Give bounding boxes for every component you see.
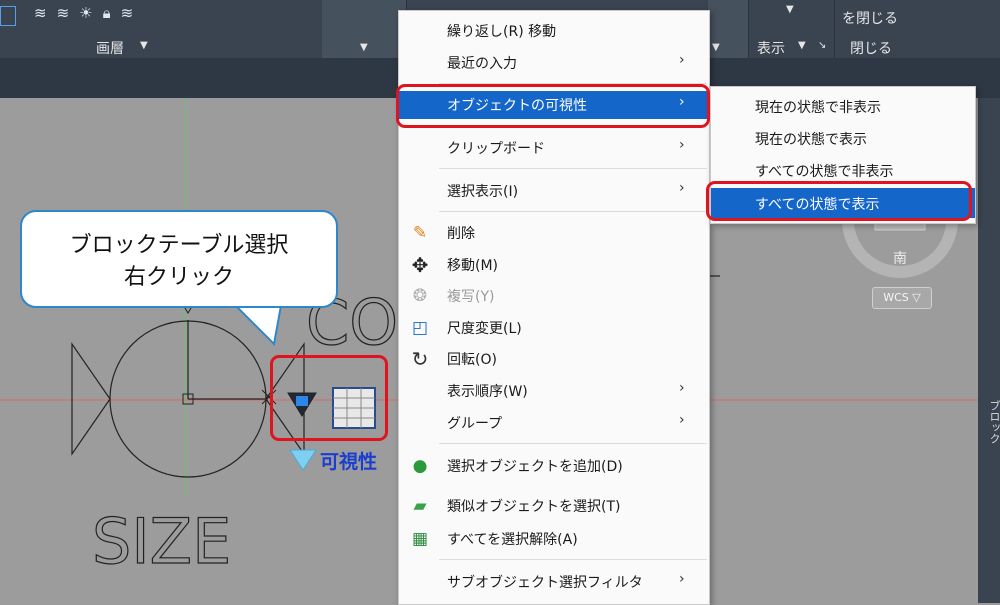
chevron-right-icon: › bbox=[679, 571, 685, 587]
wcs-menu[interactable]: WCS ▽ bbox=[872, 287, 932, 309]
rotate-icon: ↻ bbox=[411, 347, 429, 371]
menu-separator bbox=[439, 125, 707, 126]
menu-item-recent-input[interactable]: 最近の入力 › bbox=[399, 49, 709, 77]
menu-item-label: 最近の入力 bbox=[447, 56, 517, 72]
submenu-item-hide-all[interactable]: すべての状態で非表示 bbox=[711, 155, 975, 185]
chevron-right-icon: › bbox=[679, 52, 685, 68]
menu-item-erase[interactable]: ✎ 削除 bbox=[399, 219, 709, 247]
menu-item-label: 尺度変更(L) bbox=[447, 321, 522, 337]
chevron-right-icon: › bbox=[679, 94, 685, 110]
callout-line1: ブロックテーブル選択 bbox=[69, 233, 289, 258]
chevron-down-icon[interactable]: ▼ bbox=[360, 42, 368, 53]
menu-separator bbox=[439, 443, 707, 444]
menu-item-label: 削除 bbox=[447, 226, 475, 242]
menu-item-label: 回転(O) bbox=[447, 352, 497, 368]
menu-item-label: 繰り返し(R) 移動 bbox=[447, 24, 557, 40]
menu-separator bbox=[439, 168, 707, 169]
submenu-item-hide-current[interactable]: 現在の状態で非表示 bbox=[711, 91, 975, 121]
add-selected-icon: ● bbox=[412, 456, 428, 476]
menu-item-label: オブジェクトの可視性 bbox=[447, 98, 587, 114]
menu-item-clipboard[interactable]: クリップボード › bbox=[399, 134, 709, 162]
chevron-right-icon: › bbox=[679, 180, 685, 196]
copy-icon: ❂ bbox=[412, 286, 428, 306]
menu-separator bbox=[439, 83, 707, 84]
menu-item-label: 類似オブジェクトを選択(T) bbox=[447, 499, 621, 515]
submenu-item-label: すべての状態で表示 bbox=[755, 197, 880, 213]
menu-item-subobject-filter[interactable]: サブオブジェクト選択フィルタ › bbox=[399, 568, 709, 596]
menu-item-label: 選択オブジェクトを追加(D) bbox=[447, 459, 623, 475]
chevron-right-icon: › bbox=[679, 380, 685, 396]
menu-item-label: 表示順序(W) bbox=[447, 384, 528, 400]
visibility-submenu: 現在の状態で非表示 現在の状態で表示 すべての状態で非表示 すべての状態で表示 bbox=[710, 86, 976, 224]
menu-item-label: すべてを選択解除(A) bbox=[447, 532, 578, 548]
menu-item-object-visibility[interactable]: オブジェクトの可視性 › bbox=[399, 91, 709, 119]
menu-item-label: 複写(Y) bbox=[447, 289, 495, 305]
submenu-item-show-current[interactable]: 現在の状態で表示 bbox=[711, 123, 975, 153]
menu-item-repeat-move[interactable]: 繰り返し(R) 移動 bbox=[399, 17, 709, 45]
menu-item-scale[interactable]: ◰ 尺度変更(L) bbox=[399, 314, 709, 342]
deselect-all-icon: ▦ bbox=[411, 529, 429, 549]
close-editor-label[interactable]: を閉じる bbox=[842, 8, 898, 28]
menu-item-rotate[interactable]: ↻ 回転(O) bbox=[399, 345, 709, 373]
callout-line2: 右クリック bbox=[123, 265, 234, 290]
close-panel-label[interactable]: 閉じる bbox=[850, 38, 892, 58]
callout-bubble: ブロックテーブル選択 右クリック bbox=[20, 210, 338, 308]
chevron-right-icon: › bbox=[679, 412, 685, 428]
eraser-icon: ✎ bbox=[412, 223, 428, 243]
menu-item-select-similar[interactable]: ▰ 類似オブジェクトを選択(T) bbox=[399, 492, 709, 520]
layer-freeze-icon[interactable]: ☀ bbox=[79, 4, 102, 22]
menu-item-label: グループ bbox=[447, 416, 503, 432]
menu-item-label: 選択表示(I) bbox=[447, 184, 519, 200]
context-menu: 繰り返し(R) 移動 最近の入力 › オブジェクトの可視性 › クリップボード › 選… bbox=[398, 10, 710, 605]
menu-item-label: 移動(M) bbox=[447, 258, 499, 274]
visibility-label: 可視性 bbox=[320, 451, 378, 473]
chevron-right-icon: › bbox=[679, 137, 685, 153]
right-palette-label: ブロック bbox=[988, 400, 1000, 444]
right-palette-bar[interactable] bbox=[978, 98, 1000, 603]
scale-icon: ◰ bbox=[411, 318, 429, 338]
chevron-down-icon[interactable]: ▼ bbox=[798, 40, 806, 51]
block-left-triangle bbox=[71, 342, 111, 456]
menu-item-group[interactable]: グループ › bbox=[399, 409, 709, 437]
menu-item-isolate[interactable]: 選択表示(I) › bbox=[399, 177, 709, 205]
select-similar-icon: ▰ bbox=[413, 496, 427, 516]
layer-panel-label[interactable]: 画層 bbox=[96, 38, 124, 58]
view-label[interactable]: 表示 bbox=[757, 38, 785, 58]
layer-icon[interactable]: ≋ bbox=[34, 4, 57, 22]
submenu-item-label: すべての状態で非表示 bbox=[755, 164, 894, 180]
layer-lock-icon[interactable]: 🔒︎ bbox=[103, 4, 121, 22]
ribbon-left-accent bbox=[0, 6, 16, 26]
size-text: SIZE bbox=[92, 505, 231, 578]
menu-separator bbox=[439, 559, 707, 560]
submenu-item-show-all[interactable]: すべての状態で表示 bbox=[711, 188, 975, 218]
submenu-item-label: 現在の状態で表示 bbox=[755, 132, 867, 148]
dialog-launcher-icon[interactable]: ↘ bbox=[818, 40, 826, 51]
submenu-item-label: 現在の状態で非表示 bbox=[755, 100, 881, 116]
layer-toolbar-icons: ≋≋☀🔒︎≋ bbox=[34, 4, 143, 22]
chevron-down-icon[interactable]: ▼ bbox=[786, 4, 794, 15]
menu-item-label: クリップボード bbox=[447, 141, 545, 157]
chevron-down-icon[interactable]: ▼ bbox=[712, 42, 720, 53]
menu-item-add-selected[interactable]: ● 選択オブジェクトを追加(D) bbox=[399, 452, 709, 480]
chevron-down-icon[interactable]: ▼ bbox=[140, 40, 148, 51]
menu-item-copy[interactable]: ❂ 複写(Y) bbox=[399, 282, 709, 310]
layer-match-icon[interactable]: ≋ bbox=[121, 4, 144, 22]
menu-item-deselect-all[interactable]: ▦ すべてを選択解除(A) bbox=[399, 525, 709, 553]
menu-item-move[interactable]: ✥ 移動(M) bbox=[399, 251, 709, 279]
menu-item-draw-order[interactable]: 表示順序(W) › bbox=[399, 377, 709, 405]
menu-separator bbox=[439, 211, 707, 212]
layer-icon[interactable]: ≋ bbox=[57, 4, 80, 22]
menu-item-label: サブオブジェクト選択フィルタ bbox=[447, 575, 643, 591]
move-icon: ✥ bbox=[411, 253, 429, 277]
compass-south-label[interactable]: 南 bbox=[893, 248, 907, 268]
visibility-state-arrow bbox=[289, 449, 317, 471]
visibility-grip-square bbox=[296, 396, 308, 406]
